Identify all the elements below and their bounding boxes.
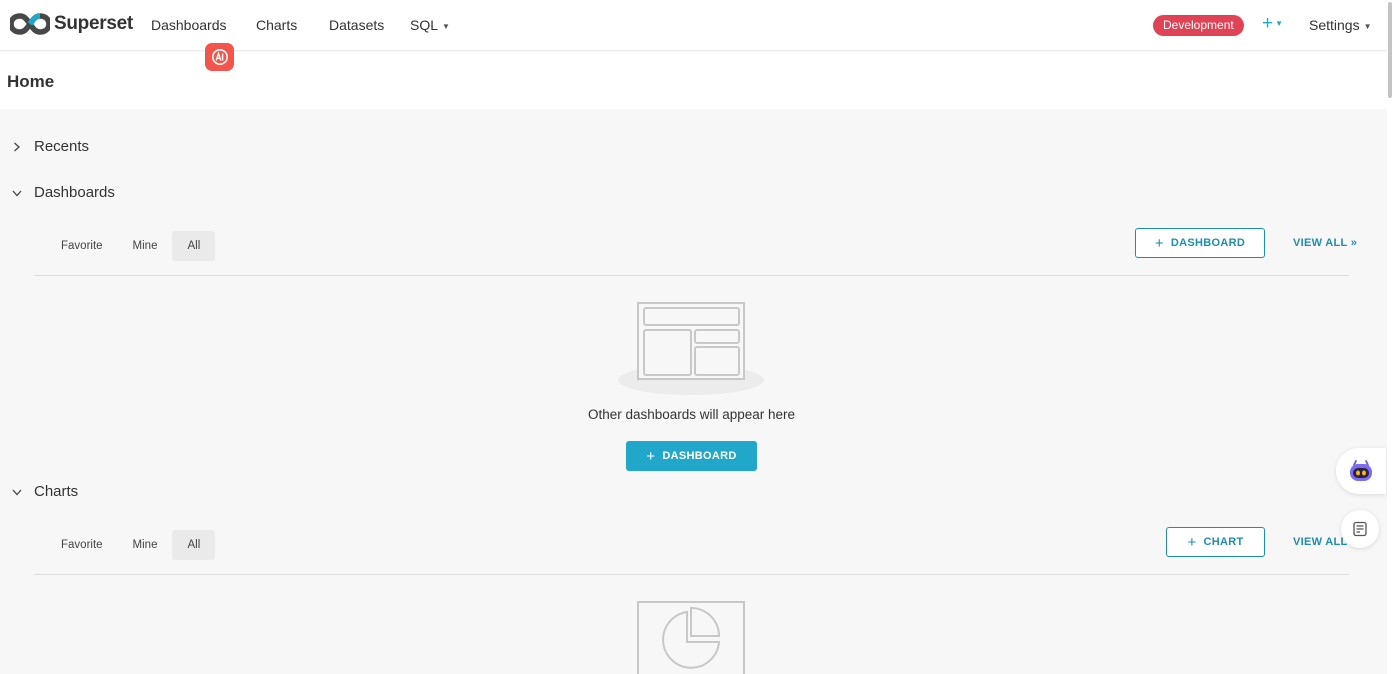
add-chart-label: CHART <box>1203 536 1244 548</box>
tab-favorite[interactable]: Favorite <box>46 231 118 261</box>
empty-chart-icon <box>637 601 745 674</box>
add-dashboard-button[interactable]: + DASHBOARD <box>1135 228 1265 258</box>
plus-icon: + <box>1187 533 1197 551</box>
create-dashboard-label: DASHBOARD <box>662 450 737 462</box>
section-charts-label: Charts <box>34 483 79 500</box>
section-charts-header[interactable]: Charts <box>11 483 78 500</box>
create-dashboard-button[interactable]: + DASHBOARD <box>626 441 757 471</box>
scrollbar-thumb[interactable] <box>1388 2 1392 98</box>
tab-all[interactable]: All <box>172 530 216 560</box>
settings-menu[interactable]: Settings ▼ <box>1309 17 1372 33</box>
tab-mine[interactable]: Mine <box>118 231 173 261</box>
superset-logo-icon <box>10 13 50 35</box>
add-dashboard-label: DASHBOARD <box>1170 237 1246 249</box>
superset-logo[interactable]: Superset <box>10 12 133 36</box>
caret-down-icon: ▼ <box>1363 21 1372 31</box>
notes-button[interactable] <box>1341 510 1379 548</box>
section-recents-label: Recents <box>34 138 90 155</box>
chevron-right-icon <box>14 142 20 151</box>
caret-down-icon: ▼ <box>1275 19 1284 29</box>
environment-badge: Development <box>1153 15 1244 36</box>
caret-down-icon: ▼ <box>442 21 450 31</box>
nav-dashboards[interactable]: Dashboards <box>151 17 227 33</box>
notes-icon <box>1353 521 1367 537</box>
view-all-dashboards-link[interactable]: VIEW ALL » <box>1293 237 1357 249</box>
ai-assistant-button[interactable] <box>205 43 234 71</box>
dashboards-filter-tabs: Favorite Mine All <box>46 231 216 261</box>
tab-favorite[interactable]: Favorite <box>46 530 118 560</box>
plus-icon: + <box>1154 234 1164 252</box>
section-divider <box>34 574 1349 575</box>
empty-state-text: Other dashboards will appear here <box>587 407 796 422</box>
page-title: Home <box>7 72 55 91</box>
nav-charts[interactable]: Charts <box>256 17 297 33</box>
section-dashboards-label: Dashboards <box>34 184 115 201</box>
app-name: Superset <box>54 13 133 34</box>
section-recents-header[interactable]: Recents <box>11 138 89 155</box>
add-chart-button[interactable]: + CHART <box>1166 527 1265 557</box>
chatbot-button[interactable] <box>1336 448 1386 494</box>
section-divider <box>34 275 1349 276</box>
empty-dashboard-icon <box>618 302 764 395</box>
nav-sql[interactable]: SQL ▼ <box>410 17 450 33</box>
plus-icon: + <box>1262 13 1274 34</box>
ai-assistant-icon <box>211 49 228 65</box>
nav-datasets[interactable]: Datasets <box>329 17 384 33</box>
tab-mine[interactable]: Mine <box>118 530 173 560</box>
new-item-menu[interactable]: + ▼ <box>1262 13 1283 35</box>
plus-icon: + <box>646 447 656 465</box>
settings-label: Settings <box>1309 17 1360 33</box>
nav-sql-label: SQL <box>410 17 439 33</box>
section-dashboards-header[interactable]: Dashboards <box>11 184 115 201</box>
chatbot-icon <box>1350 460 1372 481</box>
charts-filter-tabs: Favorite Mine All <box>46 530 216 560</box>
page-scrollbar[interactable] <box>1387 0 1393 674</box>
chevron-down-icon <box>12 489 22 495</box>
view-all-charts-link[interactable]: VIEW ALL <box>1293 536 1348 548</box>
chevron-down-icon <box>12 190 22 196</box>
tab-all[interactable]: All <box>172 231 216 261</box>
